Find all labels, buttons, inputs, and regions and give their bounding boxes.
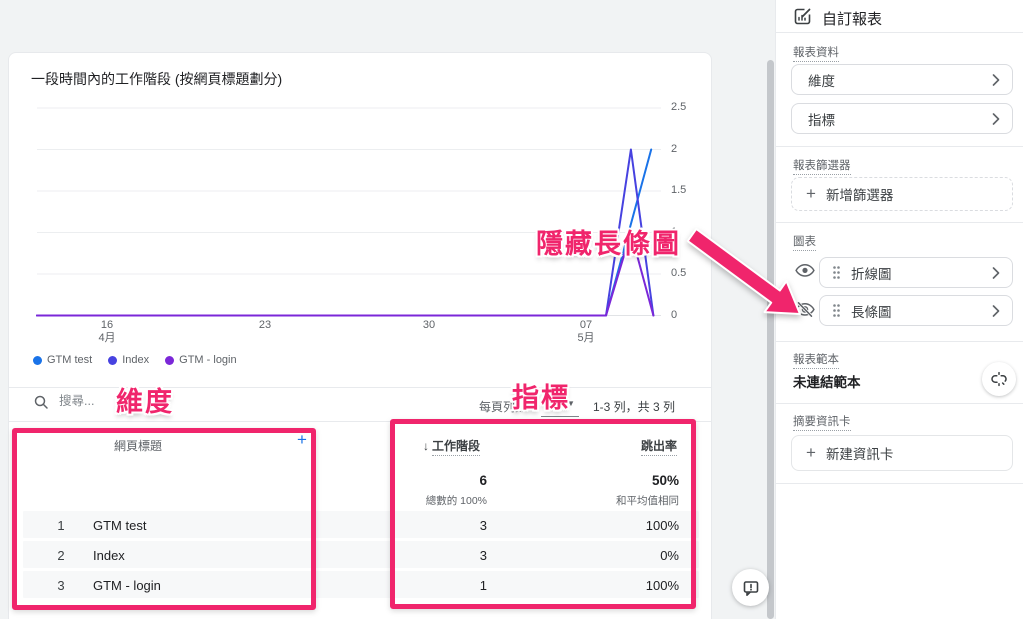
section-label-summary-cards: 摘要資訊卡	[793, 413, 851, 431]
annotation-label-hide-bar-chart: 隱藏長條圖	[536, 229, 681, 259]
link-template-button[interactable]	[982, 362, 1016, 396]
search-icon	[34, 395, 48, 409]
legend-label: Index	[122, 354, 150, 366]
panel-item-metrics[interactable]: 指標	[791, 103, 1013, 134]
y-axis-tick: 1.5	[671, 184, 687, 196]
legend-label: GTM test	[47, 354, 93, 366]
annotation-label-dimension: 維度	[116, 387, 174, 417]
rows-per-page-select[interactable]	[541, 416, 579, 417]
drag-handle-icon[interactable]	[832, 303, 841, 318]
feedback-bubble-icon	[743, 580, 758, 596]
ga-custom-report-screen: 一段時間內的工作階段 (按網頁標題劃分) 2.5 2 1.5 1 0.5 0 1…	[0, 0, 1023, 619]
legend-dot-icon	[108, 355, 118, 365]
feedback-button[interactable]	[732, 569, 769, 606]
legend-item: GTM - login	[165, 354, 237, 366]
chevron-right-icon	[992, 73, 1000, 86]
legend-dot-icon	[33, 355, 42, 365]
chart-legend: GTM test Index GTM - login	[33, 354, 237, 366]
annotation-label-metric: 指標	[512, 383, 570, 413]
section-label-report-template: 報表範本	[793, 351, 839, 369]
divider	[9, 387, 711, 388]
divider	[776, 146, 1023, 147]
new-card-button[interactable]: + 新建資訊卡	[791, 435, 1013, 471]
template-status: 未連結範本	[793, 375, 861, 390]
divider	[776, 32, 1023, 33]
x-axis-tick: 16 4月	[98, 319, 116, 344]
panel-item-dimensions[interactable]: 維度	[791, 64, 1013, 95]
y-axis-tick: 2	[671, 143, 678, 155]
pagination-range: 1-3 列，共 3 列	[593, 400, 676, 414]
legend-label: GTM - login	[179, 354, 237, 366]
plus-icon: +	[806, 443, 816, 462]
link-off-icon	[991, 371, 1007, 387]
x-axis-tick: 07 5月	[577, 319, 595, 344]
legend-item: Index	[108, 354, 149, 366]
legend-dot-icon	[165, 355, 175, 365]
panel-item-bar-chart[interactable]: 長條圖	[819, 295, 1013, 326]
drag-handle-icon[interactable]	[832, 265, 841, 280]
divider	[776, 483, 1023, 484]
divider	[776, 341, 1023, 342]
annotation-arrow-icon	[686, 227, 801, 315]
chevron-right-icon	[992, 304, 1000, 317]
add-filter-button[interactable]: + 新增篩選器	[791, 177, 1013, 211]
section-label-report-filters: 報表篩選器	[793, 157, 851, 175]
x-axis-tick: 23	[258, 319, 272, 331]
panel-item-line-chart[interactable]: 折線圖	[819, 257, 1013, 288]
chevron-right-icon	[992, 266, 1000, 279]
y-axis-tick: 2.5	[671, 101, 687, 113]
legend-item: GTM test	[33, 354, 92, 366]
section-label-report-data: 報表資料	[793, 44, 839, 62]
panel-scrollbar-thumb[interactable]	[767, 60, 774, 619]
panel-title: 自訂報表	[822, 11, 883, 28]
annotation-box-metrics	[390, 419, 696, 609]
chevron-right-icon	[992, 112, 1000, 125]
x-axis-tick: 30	[422, 319, 436, 331]
annotation-box-dimension	[12, 428, 316, 610]
divider	[776, 403, 1023, 404]
custom-report-icon	[794, 8, 811, 25]
plus-icon: +	[806, 184, 816, 203]
